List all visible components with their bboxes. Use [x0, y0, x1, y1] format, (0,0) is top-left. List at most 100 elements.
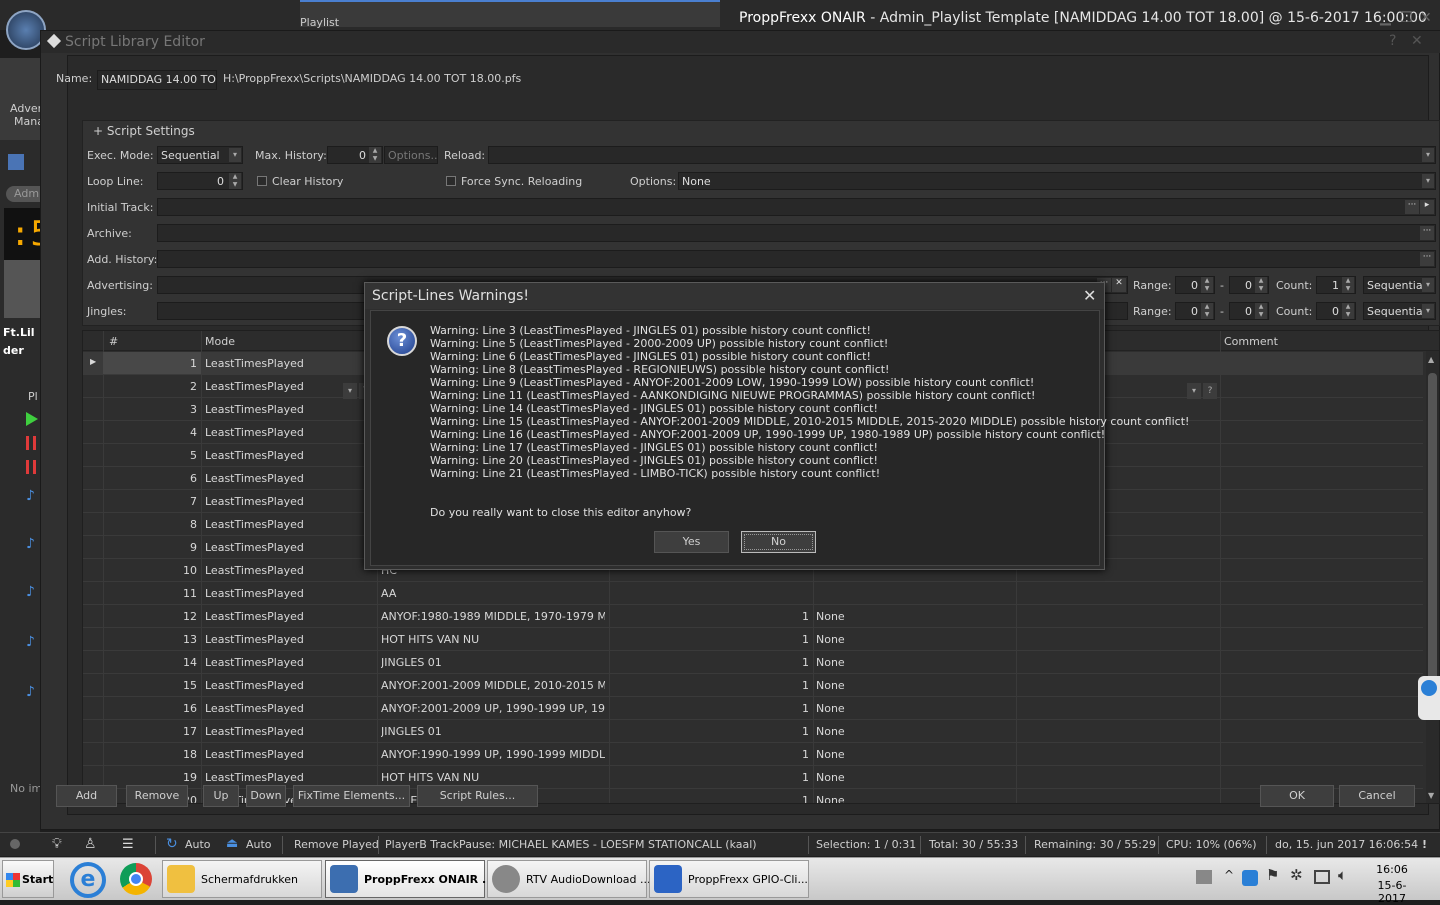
- initial-track-input[interactable]: ··· ▸: [157, 198, 1436, 216]
- no-button[interactable]: No: [741, 531, 816, 553]
- internet-explorer-icon[interactable]: e: [70, 862, 106, 898]
- table-row[interactable]: 14 LeastTimesPlayed JINGLES 01 1 None: [83, 651, 1423, 674]
- table-row[interactable]: 11 LeastTimesPlayed AA: [83, 582, 1423, 605]
- auto-mode-1[interactable]: Auto: [185, 838, 211, 851]
- loop-line-spinner[interactable]: 0 ▲ ▼: [157, 172, 243, 190]
- spinner-icon[interactable]: ▲ ▼: [1255, 277, 1267, 293]
- teamviewer-tray-icon[interactable]: [1242, 870, 1258, 886]
- security-icon[interactable]: ✲: [1290, 866, 1303, 884]
- spinner-icon[interactable]: ▲ ▼: [1342, 303, 1354, 319]
- down-button[interactable]: Down: [246, 785, 286, 807]
- script-rules-button[interactable]: Script Rules...: [417, 785, 538, 807]
- script-settings-toggle[interactable]: + Script Settings: [93, 124, 195, 138]
- dialog-close-icon[interactable]: ✕: [1083, 286, 1096, 305]
- taskbar-item-gpio[interactable]: ProppFrexx GPIO-Cli...: [649, 860, 809, 898]
- keyboard-icon[interactable]: [1196, 870, 1212, 884]
- browse-icon[interactable]: ···: [1420, 226, 1434, 240]
- add-button[interactable]: Add: [56, 785, 117, 807]
- tab-playlist[interactable]: Playlist: [300, 0, 720, 29]
- clear-history-checkbox[interactable]: [257, 176, 267, 186]
- col-num-header[interactable]: #: [109, 335, 118, 348]
- auto-mode-2[interactable]: Auto: [246, 838, 272, 851]
- force-sync-checkbox[interactable]: [446, 176, 456, 186]
- spinner-icon[interactable]: ▲ ▼: [1255, 303, 1267, 319]
- remove-button[interactable]: Remove: [126, 785, 188, 807]
- spinner-icon[interactable]: ▲ ▼: [229, 173, 241, 189]
- pause-icon-2[interactable]: [26, 460, 36, 474]
- jin-range-to[interactable]: 0 ▲ ▼: [1229, 302, 1269, 320]
- restore-icon[interactable]: ❐: [1400, 10, 1413, 26]
- teamviewer-sidebar-tab[interactable]: [1418, 676, 1440, 720]
- reload-select[interactable]: ▾: [488, 146, 1436, 164]
- clear-x-icon[interactable]: ✕: [1112, 278, 1126, 292]
- add-history-input[interactable]: ···: [157, 250, 1436, 268]
- scroll-up-icon[interactable]: ▲: [1428, 355, 1434, 364]
- table-row[interactable]: 16 LeastTimesPlayed ANYOF:2001-2009 UP, 19…: [83, 697, 1423, 720]
- volume-icon[interactable]: 🔈︎: [1338, 866, 1347, 884]
- list-edit-icon[interactable]: ☰: [122, 837, 134, 852]
- taskbar-item-schermafdrukken[interactable]: Schermafdrukken: [162, 860, 322, 898]
- calendar-icon[interactable]: [8, 154, 24, 170]
- table-row[interactable]: 18 LeastTimesPlayed ANYOF:1990-1999 UP, 19…: [83, 743, 1423, 766]
- up-button[interactable]: Up: [203, 785, 239, 807]
- fixtime-elements-button[interactable]: FixTime Elements...: [293, 785, 410, 807]
- close-main-icon[interactable]: ✕: [1420, 10, 1432, 26]
- row-help-button[interactable]: ?: [1203, 383, 1217, 399]
- options-select[interactable]: None ▾: [678, 172, 1436, 190]
- start-button[interactable]: Start: [2, 860, 54, 898]
- name-input[interactable]: NAMIDDAG 14.00 TOT: [97, 70, 217, 90]
- tray-expand-icon[interactable]: ^: [1224, 868, 1234, 882]
- adv-range-from[interactable]: 0 ▲ ▼: [1175, 276, 1215, 294]
- pause-icon[interactable]: [26, 436, 36, 450]
- scroll-down-icon[interactable]: ▼: [1428, 791, 1434, 800]
- chrome-icon[interactable]: [120, 863, 152, 895]
- admin-tab[interactable]: Admi: [6, 186, 42, 202]
- spinner-icon[interactable]: ▲ ▼: [1201, 277, 1213, 293]
- browse-icon[interactable]: ···: [1405, 200, 1419, 214]
- remove-played-toggle[interactable]: Remove Played: [294, 838, 379, 851]
- options-button[interactable]: Options...: [384, 146, 438, 164]
- table-row[interactable]: 17 LeastTimesPlayed JINGLES 01 1 None: [83, 720, 1423, 743]
- tray-clock[interactable]: 16:06 15-6-2017: [1366, 863, 1418, 905]
- taskbar-item-rtv[interactable]: RTV AudioDownload ...: [487, 860, 651, 898]
- table-row[interactable]: 15 LeastTimesPlayed ANYOF:2001-2009 MIDDLE…: [83, 674, 1423, 697]
- network-icon[interactable]: [1314, 870, 1330, 884]
- scrollbar-thumb[interactable]: [1428, 373, 1437, 703]
- table-row[interactable]: 13 LeastTimesPlayed HOT HITS VAN NU 1 None: [83, 628, 1423, 651]
- adv-range-to[interactable]: 0 ▲ ▼: [1229, 276, 1269, 294]
- spinner-icon[interactable]: ▲ ▼: [1201, 303, 1213, 319]
- taskbar-item-proppfrexx[interactable]: ProppFrexx ONAIR ...: [325, 860, 495, 898]
- exec-mode-select[interactable]: Sequential ▾: [157, 146, 243, 164]
- play-small-icon[interactable]: ▸: [1420, 200, 1434, 214]
- editor-close-icon[interactable]: ✕: [1411, 33, 1423, 49]
- adv-count[interactable]: 1 ▲ ▼: [1316, 276, 1356, 294]
- alert-indicator[interactable]: !: [1422, 838, 1427, 851]
- lightbulb-icon[interactable]: 💡︎: [52, 836, 62, 852]
- table-row[interactable]: 12 LeastTimesPlayed ANYOF:1980-1989 MIDDLE…: [83, 605, 1423, 628]
- jin-range-from[interactable]: 0 ▲ ▼: [1175, 302, 1215, 320]
- minimize-icon[interactable]: ▁: [1380, 10, 1391, 26]
- col-mode-header[interactable]: Mode: [205, 335, 235, 348]
- help-icon[interactable]: ?: [1389, 33, 1396, 49]
- jin-count[interactable]: 0 ▲ ▼: [1316, 302, 1356, 320]
- person-icon[interactable]: ♙: [84, 836, 97, 852]
- row-mode-dropdown-icon[interactable]: ▾: [343, 383, 357, 399]
- col-comment-header[interactable]: Comment: [1224, 335, 1278, 348]
- grid-scrollbar[interactable]: ▲ ▼: [1426, 351, 1439, 803]
- row-option-dropdown-icon[interactable]: ▾: [1187, 383, 1201, 399]
- browse-icon[interactable]: ···: [1420, 252, 1434, 266]
- adv-mode-select[interactable]: Sequentia ▾: [1363, 276, 1436, 294]
- row-count: 1: [802, 679, 809, 692]
- flag-icon[interactable]: ⚑: [1266, 866, 1279, 884]
- eject-icon[interactable]: ⏏: [226, 836, 238, 851]
- ok-button[interactable]: OK: [1260, 785, 1334, 807]
- max-history-spinner[interactable]: 0 ▲ ▼: [327, 146, 383, 164]
- spinner-icon[interactable]: ▲ ▼: [1342, 277, 1354, 293]
- play-icon[interactable]: [26, 412, 38, 426]
- archive-input[interactable]: ···: [157, 224, 1436, 242]
- jin-mode-select[interactable]: Sequentia ▾: [1363, 302, 1436, 320]
- spinner-icon[interactable]: ▲ ▼: [369, 147, 381, 163]
- auto-refresh-icon[interactable]: ↻: [166, 836, 178, 852]
- cancel-button[interactable]: Cancel: [1339, 785, 1415, 807]
- yes-button[interactable]: Yes: [654, 531, 729, 553]
